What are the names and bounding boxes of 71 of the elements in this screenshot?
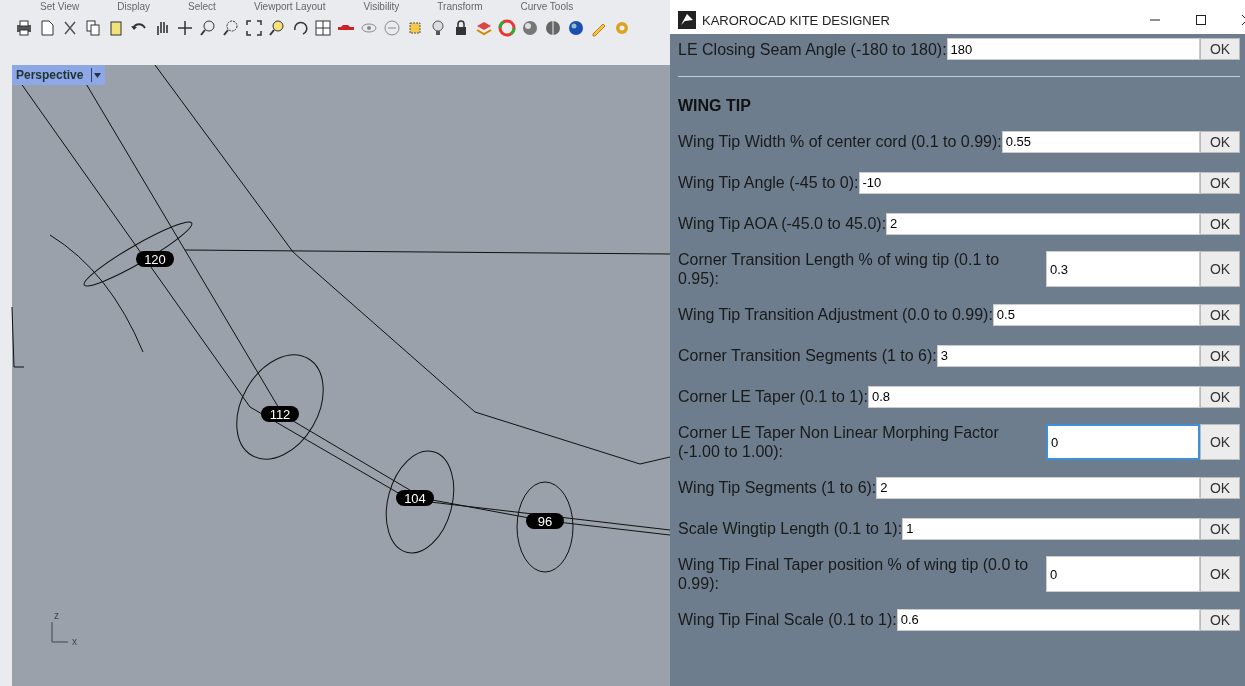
point-label: 112 bbox=[261, 406, 299, 422]
field-label: Scale Wingtip Length (0.1 to 1): bbox=[678, 519, 903, 538]
field-label: Wing Tip Width % of center cord (0.1 to 0.99): bbox=[678, 132, 1002, 151]
zoom-selected-icon[interactable] bbox=[267, 18, 287, 38]
field-label: Wing Tip Final Scale (0.1 to 1): bbox=[678, 610, 897, 629]
point-label: 96 bbox=[526, 513, 564, 529]
printer-icon[interactable] bbox=[14, 18, 34, 38]
ok-button[interactable]: OK bbox=[1200, 38, 1240, 60]
field-label: Wing Tip Segments (1 to 6): bbox=[678, 478, 877, 497]
zoom-icon[interactable] bbox=[198, 18, 218, 38]
field-label: Corner Transition Length % of wing tip (0.1 to 0.95): bbox=[678, 250, 1001, 288]
field-label: Wing Tip Transition Adjustment (0.0 to 0.99): bbox=[678, 305, 993, 324]
caret-icon[interactable] bbox=[91, 68, 102, 82]
window-title: KAROROCAD KITE DESIGNER bbox=[702, 12, 891, 28]
ok-button[interactable]: OK bbox=[1200, 424, 1240, 460]
field-label: Corner LE Taper (0.1 to 1): bbox=[678, 387, 869, 406]
input-field[interactable]: 0.8 bbox=[868, 385, 1200, 408]
point-label: 104 bbox=[396, 490, 434, 506]
field-label: Corner Transition Segments (1 to 6): bbox=[678, 346, 937, 365]
ok-button[interactable]: OK bbox=[1200, 556, 1240, 592]
input-field[interactable]: 0 bbox=[1046, 556, 1200, 592]
copy-icon[interactable] bbox=[83, 18, 103, 38]
ok-button[interactable]: OK bbox=[1200, 130, 1240, 153]
point-label: 120 bbox=[136, 251, 174, 267]
field-label: Corner LE Taper Non Linear Morphing Factor (-1.00 to 1.00): bbox=[678, 423, 1000, 461]
ok-button[interactable]: OK bbox=[1200, 517, 1240, 540]
field-label: LE Closing Seam Angle (-180 to 180): bbox=[678, 39, 947, 59]
ok-button[interactable]: OK bbox=[1200, 171, 1240, 194]
ribbon-tab[interactable]: Set View bbox=[40, 1, 80, 13]
ok-button[interactable]: OK bbox=[1200, 212, 1240, 235]
zoom-extents-icon[interactable] bbox=[244, 18, 264, 38]
ribbon-tab[interactable]: Viewport Layout bbox=[253, 1, 326, 13]
maximize-icon[interactable] bbox=[1195, 14, 1207, 26]
input-field[interactable]: 0.5 bbox=[992, 303, 1200, 326]
sphere-icon[interactable] bbox=[543, 18, 563, 38]
input-field[interactable]: 0 bbox=[1046, 424, 1200, 460]
ribbon-tab[interactable]: Curve Tools bbox=[520, 1, 574, 13]
move-icon[interactable] bbox=[175, 18, 195, 38]
ok-button[interactable]: OK bbox=[1200, 608, 1240, 631]
field-label: Wing Tip Final Taper position % of wing tip (0.0 to 0.99): bbox=[678, 555, 1030, 593]
ribbon-tab[interactable]: Select bbox=[188, 1, 216, 13]
input-field[interactable]: 1 bbox=[902, 517, 1200, 540]
color-wheel-icon[interactable] bbox=[497, 18, 517, 38]
ribbon-tab[interactable]: Transform bbox=[437, 1, 483, 13]
ok-button[interactable]: OK bbox=[1200, 344, 1240, 367]
axis-label: z bbox=[54, 610, 59, 621]
input-field[interactable]: 3 bbox=[936, 344, 1200, 367]
field-label: Wing Tip Angle (-45 to 0): bbox=[678, 173, 859, 192]
input-field[interactable]: 0.3 bbox=[1046, 251, 1200, 287]
input-field[interactable]: -10 bbox=[858, 171, 1200, 194]
input-field[interactable]: 2 bbox=[886, 212, 1200, 235]
field-label: Wing Tip AOA (-45.0 to 45.0): bbox=[678, 214, 887, 233]
input-field[interactable]: 0.55 bbox=[1001, 130, 1200, 153]
zoom-window-icon[interactable] bbox=[221, 18, 241, 38]
ok-button[interactable]: OK bbox=[1200, 251, 1240, 287]
axis-label: x bbox=[72, 636, 77, 647]
input-field[interactable]: 2 bbox=[876, 476, 1200, 499]
ok-button[interactable]: OK bbox=[1200, 303, 1240, 326]
ribbon-tab[interactable]: Display bbox=[117, 1, 151, 13]
sphere-icon[interactable] bbox=[566, 18, 586, 38]
ok-button[interactable]: OK bbox=[1200, 385, 1240, 408]
axis-icon bbox=[51, 621, 69, 643]
ok-button[interactable]: OK bbox=[1200, 476, 1240, 499]
grid-icon[interactable] bbox=[313, 18, 333, 38]
viewport-tab[interactable]: Perspective bbox=[12, 65, 106, 85]
sphere-icon[interactable] bbox=[520, 18, 540, 38]
section-heading: WING TIP bbox=[678, 97, 752, 115]
input-field[interactable]: 0.6 bbox=[896, 608, 1200, 631]
ribbon-tab[interactable]: Visibility bbox=[363, 1, 400, 13]
kite-logo-icon bbox=[678, 11, 696, 29]
input-field[interactable]: 180 bbox=[946, 38, 1200, 60]
